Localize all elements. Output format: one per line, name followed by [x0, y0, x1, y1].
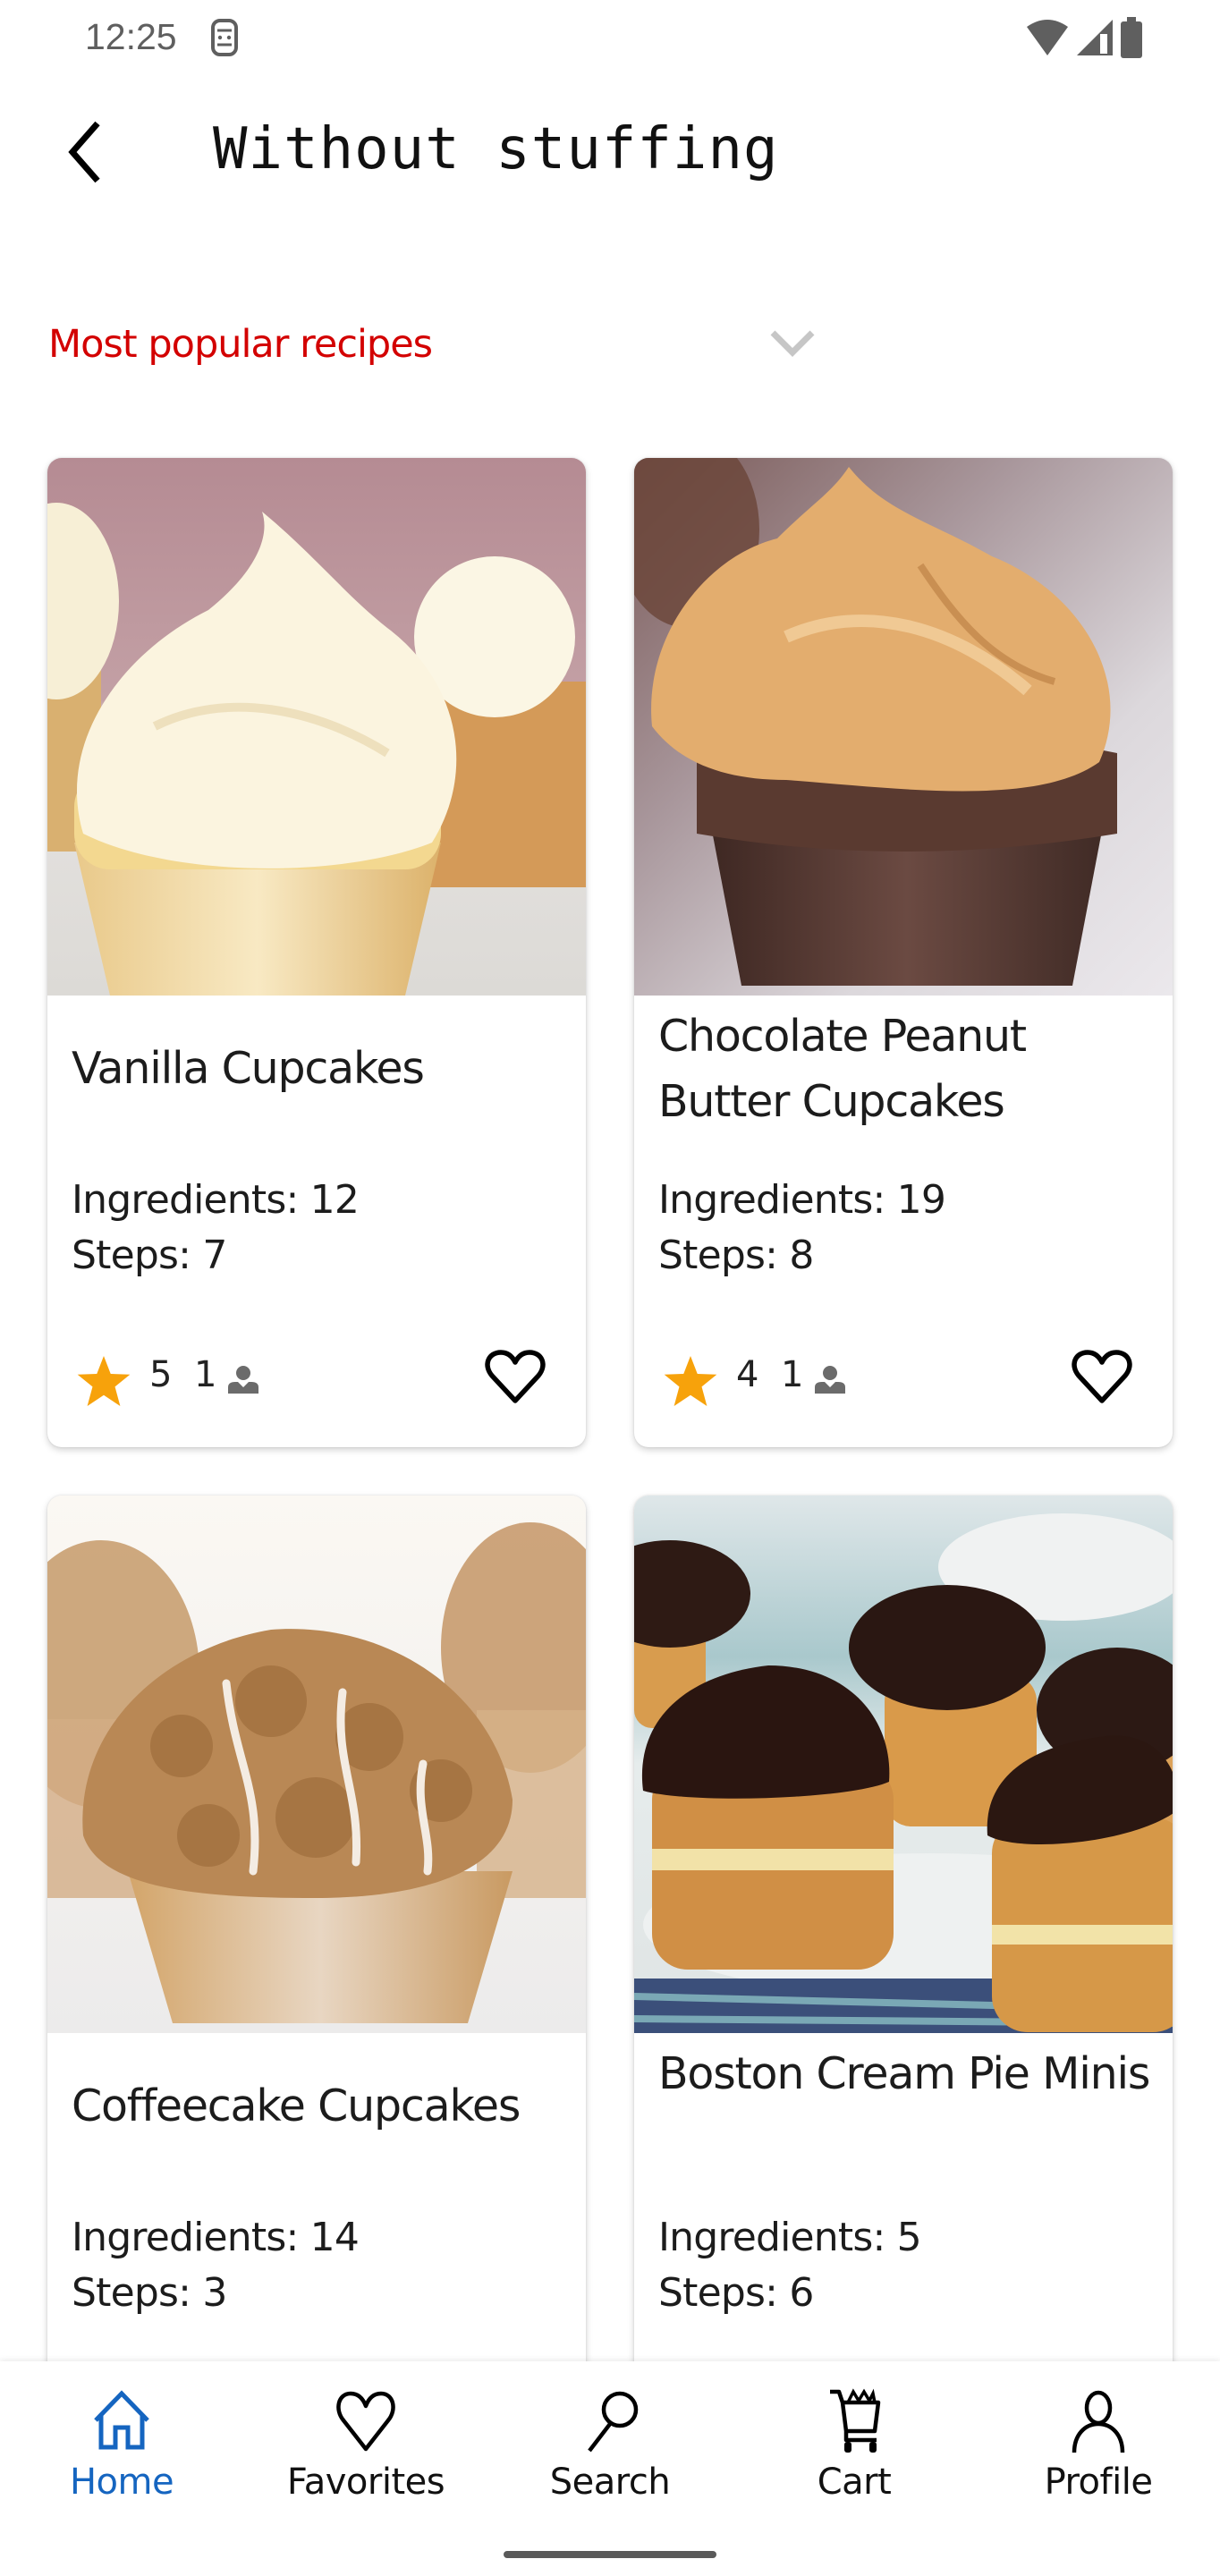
- recipe-footer: 4 1: [661, 1343, 1146, 1415]
- person-icon: [1072, 2390, 1125, 2453]
- recipe-image: [634, 458, 1173, 996]
- recipe-ingredients: Ingredients: 19: [658, 1177, 946, 1223]
- star-icon: [664, 1356, 717, 1406]
- back-button[interactable]: [52, 118, 120, 186]
- recipe-steps: Steps: 3: [72, 2270, 227, 2316]
- nav-label: Profile: [1044, 2462, 1153, 2503]
- recipe-image: [634, 1496, 1173, 2033]
- nav-label: Favorites: [286, 2462, 445, 2503]
- review-count: 1: [194, 1354, 217, 1395]
- rating-value: 4: [736, 1354, 759, 1395]
- recipe-steps: Steps: 7: [72, 1233, 227, 1278]
- chevron-down-icon: [770, 330, 815, 357]
- nav-label: Home: [69, 2462, 174, 2503]
- nav-item-cart[interactable]: Cart: [765, 2388, 944, 2504]
- recipe-title: Coffeecake Cupcakes: [72, 2080, 521, 2131]
- nav-label: Cart: [817, 2462, 892, 2503]
- battery-icon: [1121, 17, 1142, 58]
- recipe-ingredients: Ingredients: 14: [72, 2215, 360, 2260]
- search-icon: [588, 2391, 639, 2453]
- recipe-steps: Steps: 8: [658, 1233, 814, 1278]
- review-count: 1: [781, 1354, 804, 1395]
- wifi-icon: [1027, 20, 1068, 55]
- person-icon: [228, 1366, 258, 1394]
- recipe-card[interactable]: Vanilla Cupcakes Ingredients: 12 Steps: …: [47, 458, 586, 1447]
- cart-icon: [830, 2388, 881, 2453]
- rating-value: 5: [149, 1354, 173, 1395]
- sort-selected-label: Most popular recipes: [48, 322, 433, 367]
- recipe-image: [47, 458, 586, 996]
- page-title: Without stuffing: [213, 116, 779, 182]
- recipe-card[interactable]: Coffeecake Cupcakes Ingredients: 14 Step…: [47, 1496, 586, 2485]
- sim-notification-icon: [211, 19, 238, 56]
- person-icon: [815, 1366, 845, 1394]
- recipe-card[interactable]: Chocolate Peanut Butter Cupcakes Ingredi…: [634, 458, 1173, 1447]
- recipe-footer: 5 1: [74, 1343, 559, 1415]
- home-indicator[interactable]: [504, 2551, 716, 2558]
- cellular-signal-icon: [1077, 20, 1113, 55]
- heart-icon: [336, 2391, 395, 2452]
- nav-item-home[interactable]: Home: [32, 2388, 211, 2504]
- heart-outline-icon: [1072, 1350, 1132, 1403]
- recipe-title: Boston Cream Pie Minis: [658, 2048, 1150, 2099]
- status-bar: 12:25: [0, 0, 1220, 75]
- bottom-navigation: Home Favorites Search Cart Profile: [0, 2361, 1220, 2576]
- recipe-steps: Steps: 6: [658, 2270, 814, 2316]
- recipe-card[interactable]: Boston Cream Pie Minis Ingredients: 5 St…: [634, 1496, 1173, 2485]
- home-icon: [94, 2390, 149, 2450]
- recipe-ingredients: Ingredients: 12: [72, 1177, 360, 1223]
- star-icon: [77, 1356, 131, 1406]
- status-icons: [1025, 17, 1143, 58]
- app-bar: Without stuffing: [0, 98, 1220, 206]
- favorite-button[interactable]: [482, 1343, 548, 1410]
- nav-item-search[interactable]: Search: [521, 2388, 699, 2504]
- recipe-image: [47, 1496, 586, 2033]
- recipe-title: Chocolate Peanut Butter Cupcakes: [658, 1011, 1027, 1127]
- chevron-left-icon: [68, 121, 100, 183]
- heart-outline-icon: [485, 1350, 546, 1403]
- sort-dropdown[interactable]: Most popular recipes: [48, 313, 815, 376]
- nav-item-favorites[interactable]: Favorites: [276, 2388, 455, 2504]
- status-time: 12:25: [85, 16, 177, 57]
- nav-item-profile[interactable]: Profile: [1009, 2388, 1188, 2504]
- nav-label: Search: [549, 2462, 671, 2503]
- recipe-ingredients: Ingredients: 5: [658, 2215, 922, 2260]
- favorite-button[interactable]: [1069, 1343, 1135, 1410]
- recipe-title: Vanilla Cupcakes: [72, 1043, 425, 1094]
